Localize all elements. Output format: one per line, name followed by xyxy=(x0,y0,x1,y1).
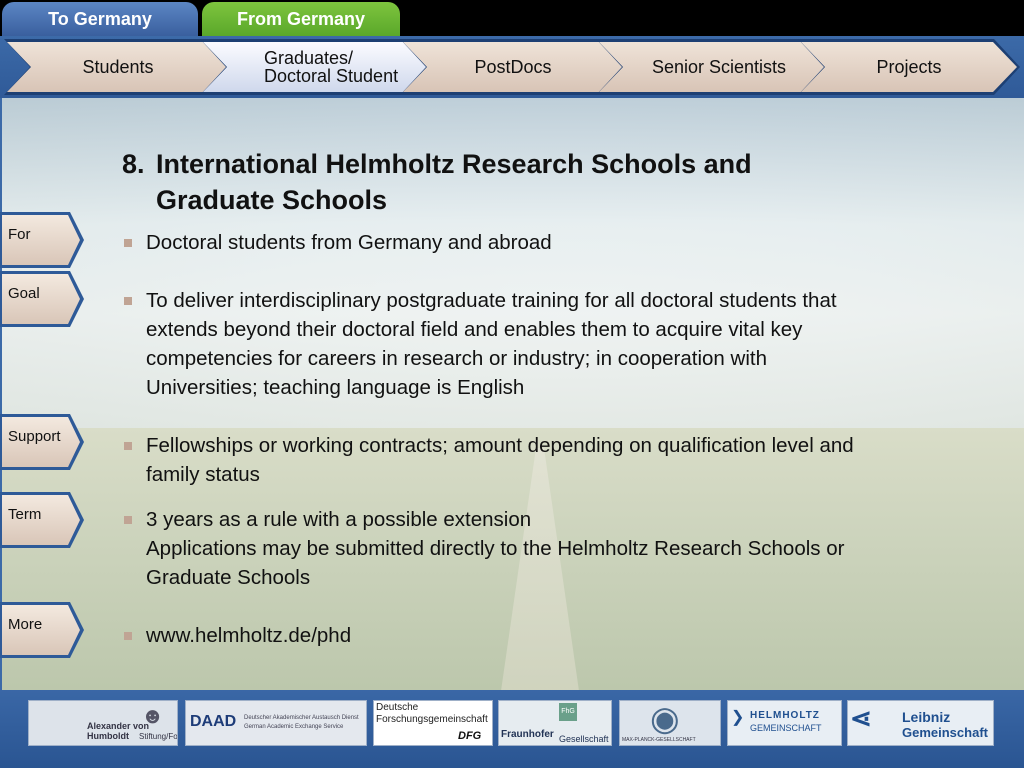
nav-item-senior-scientists[interactable]: Senior Scientists xyxy=(596,39,828,95)
nav-item-projects[interactable]: Projects xyxy=(798,39,1020,95)
humboldt-logo[interactable]: ☻ Alexander von Humboldt Stiftung/Founda… xyxy=(28,700,178,746)
logo-text: Deutsche xyxy=(376,702,419,713)
bullet-square xyxy=(124,516,132,524)
fraunhofer-logo[interactable]: FhG Fraunhofer Gesellschaft xyxy=(498,700,612,746)
minerva-icon: ◉ xyxy=(650,700,680,738)
helmholtz-logo[interactable]: ❯ HELMHOLTZ GEMEINSCHAFT xyxy=(727,700,842,746)
bullet-text: 3 years as a rule with a possible extens… xyxy=(146,508,845,589)
logo-text: HELMHOLTZ xyxy=(750,710,820,721)
more-link[interactable]: www.helmholtz.de/phd xyxy=(146,621,1006,650)
tab-to-germany[interactable]: To Germany xyxy=(2,2,198,36)
nav-item-label: Students xyxy=(82,57,154,77)
dfg-logo[interactable]: Deutsche Forschungsgemeinschaft DFG xyxy=(373,700,493,746)
career-stage-nav: Students Graduates/ Doctoral Student Pos… xyxy=(0,36,1024,98)
side-tab-label: Goal xyxy=(8,285,40,302)
leibniz-logo[interactable]: ⋖ Leibniz Gemeinschaft xyxy=(847,700,994,746)
logo-text: Forschungsgemeinschaft xyxy=(376,714,488,725)
nav-item-label: PostDocs xyxy=(474,57,552,77)
nav-item-label: Graduates/ Doctoral Student xyxy=(264,48,399,86)
logo-text: DFG xyxy=(458,730,482,742)
bullet-square xyxy=(124,632,132,640)
side-tab-for[interactable]: For xyxy=(0,212,84,268)
logo-text: Stiftung/Foundation xyxy=(139,732,178,741)
side-tab-label: More xyxy=(8,616,43,633)
logo-text: DAAD xyxy=(190,713,237,730)
logo-text: Gesellschaft xyxy=(559,734,609,744)
side-tab-term[interactable]: Term xyxy=(0,492,84,548)
logo-text: Gemeinschaft xyxy=(902,725,988,740)
side-tab-label: For xyxy=(8,226,31,243)
side-tab-goal[interactable]: Goal xyxy=(0,271,84,327)
max-planck-logo[interactable]: ◉ MAX-PLANCK-GESELLSCHAFT xyxy=(619,700,721,746)
nav-item-label: Senior Scientists xyxy=(651,57,787,77)
title-number: 8. xyxy=(122,149,145,179)
logo-text: German Academic Exchange Service xyxy=(244,724,344,730)
content-area: 8. International Helmholtz Research Scho… xyxy=(0,98,1024,690)
bullet-text: Doctoral students from Germany and abroa… xyxy=(146,231,552,254)
side-tab-label: Support xyxy=(8,428,61,445)
side-tab-support[interactable]: Support xyxy=(0,414,84,470)
bullet-square xyxy=(124,239,132,247)
nav-item-label: Projects xyxy=(876,57,942,77)
nav-item-graduates[interactable]: Graduates/ Doctoral Student xyxy=(200,39,430,95)
leibniz-emblem-icon: ⋖ xyxy=(850,703,872,733)
title-line-1: International Helmholtz Research Schools… xyxy=(156,149,752,179)
bullet-text: Fellowships or working contracts; amount… xyxy=(146,434,854,486)
side-tab-label: Term xyxy=(8,506,42,523)
helmholtz-emblem-icon: ❯ xyxy=(731,709,745,726)
tab-from-germany[interactable]: From Germany xyxy=(202,2,400,36)
logo-text: Fraunhofer xyxy=(501,729,554,740)
bullet-square xyxy=(124,297,132,305)
title-line-2: Graduate Schools xyxy=(156,185,388,215)
partner-logo-bar: ☻ Alexander von Humboldt Stiftung/Founda… xyxy=(0,690,1024,768)
logo-text: GEMEINSCHAFT xyxy=(750,723,822,733)
bullet-text: To deliver interdisciplinary postgraduat… xyxy=(146,289,837,399)
daad-logo[interactable]: DAAD Deutscher Akademischer Austausch Di… xyxy=(185,700,367,746)
bullet-square xyxy=(124,442,132,450)
fraunhofer-emblem-icon: FhG xyxy=(559,703,577,721)
nav-item-students[interactable]: Students xyxy=(4,39,232,95)
side-tab-more[interactable]: More xyxy=(0,602,84,658)
logo-text: Leibniz xyxy=(902,709,951,725)
logo-text: Deutscher Akademischer Austausch Dienst xyxy=(244,715,359,721)
nav-item-postdocs[interactable]: PostDocs xyxy=(400,39,626,95)
top-tab-bar: To Germany From Germany xyxy=(0,0,1024,36)
logo-text: MAX-PLANCK-GESELLSCHAFT xyxy=(622,737,696,743)
